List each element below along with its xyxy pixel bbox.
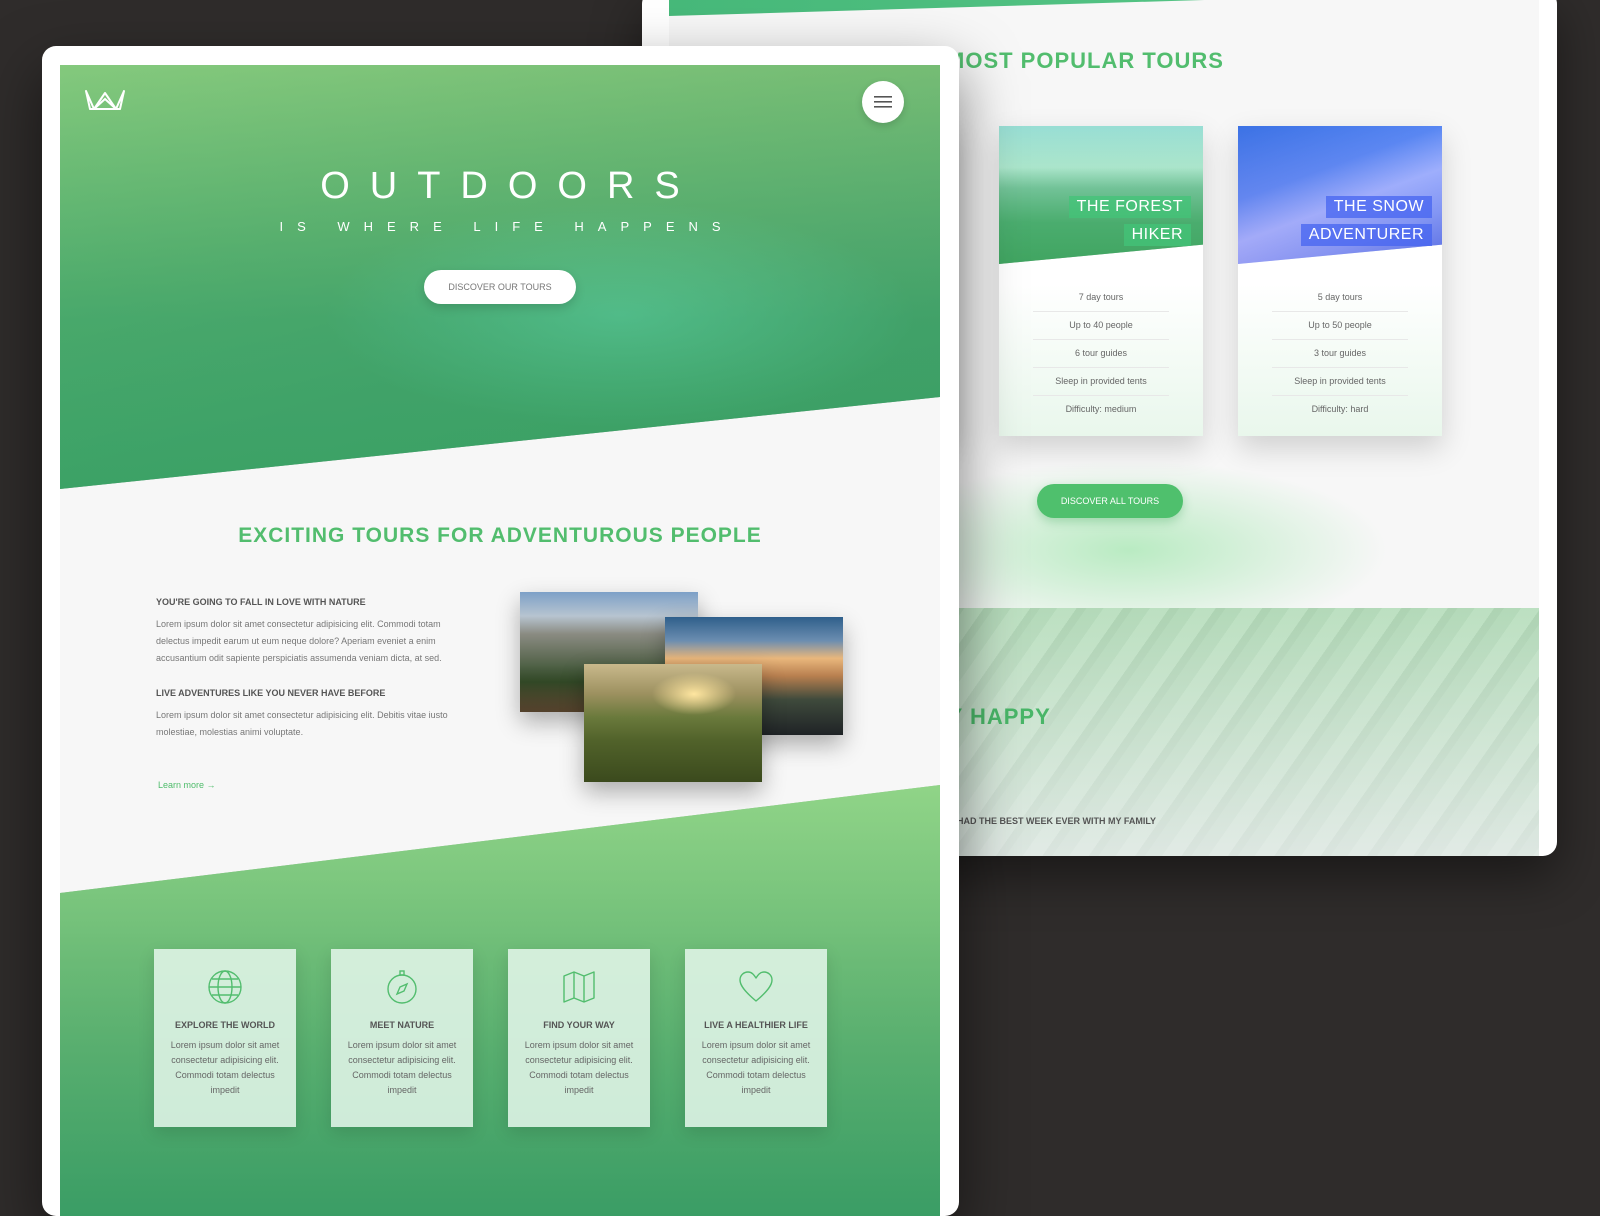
hamburger-lines: [874, 96, 892, 108]
feature-text: Lorem ipsum dolor sit amet consectetur a…: [524, 1040, 634, 1095]
photo-ridge: [584, 664, 762, 782]
tour-detail-difficulty: Difficulty: hard: [1311, 404, 1369, 414]
testimonial-heading: I HAD THE BEST WEEK EVER WITH MY FAMILY: [952, 816, 1157, 826]
compass-icon: [387, 970, 417, 1004]
tour-detail-difficulty: Difficulty: medium: [1065, 404, 1137, 414]
about-heading-2: LIVE ADVENTURES LIKE YOU NEVER HAVE BEFO…: [156, 688, 386, 698]
learn-more-link[interactable]: Learn more →: [158, 780, 216, 790]
discover-our-tours-button[interactable]: DISCOVER OUR TOURS: [424, 270, 576, 304]
feature-title: FIND YOUR WAY: [543, 1020, 615, 1030]
card-title-line-2: HIKER: [1123, 224, 1191, 246]
discover-all-tours-button[interactable]: DISCOVER ALL TOURS: [1037, 484, 1183, 518]
about-paragraph-1: Lorem ipsum dolor sit amet consectetur a…: [156, 619, 442, 663]
front-browser-frame: OUTDOORS IS WHERE LIFE HAPPENS DISCOVER …: [42, 46, 959, 1216]
card-title-line-2: ADVENTURER: [1300, 224, 1432, 246]
top-green-band: [669, 0, 1539, 16]
feature-card-explore: EXPLORE THE WORLD Lorem ipsum dolor sit …: [154, 949, 296, 1127]
tour-details-list: 7 day tours Up to 40 people 6 tour guide…: [999, 284, 1203, 436]
tour-card-snow-adventurer[interactable]: THE SNOW ADVENTURER 5 day tours Up to 50…: [1238, 126, 1442, 436]
tour-detail-duration: 5 day tours: [1272, 284, 1408, 312]
feature-text: Lorem ipsum dolor sit amet consectetur a…: [347, 1040, 457, 1095]
tour-detail-guides: 6 tour guides: [1033, 340, 1169, 368]
home-page: OUTDOORS IS WHERE LIFE HAPPENS DISCOVER …: [60, 65, 940, 1216]
feature-title: MEET NATURE: [369, 1020, 435, 1030]
tour-detail-sleep: Sleep in provided tents: [1033, 368, 1169, 396]
feature-title: EXPLORE THE WORLD: [174, 1020, 275, 1030]
about-section-title: EXCITING TOURS FOR ADVENTUROUS PEOPLE: [238, 524, 762, 547]
tour-detail-duration: 7 day tours: [1033, 284, 1169, 312]
feature-card-find-way: FIND YOUR WAY Lorem ipsum dolor sit amet…: [508, 949, 650, 1127]
tour-detail-guides: 3 tour guides: [1272, 340, 1408, 368]
heart-icon: [739, 971, 773, 1002]
feature-card-nature: MEET NATURE Lorem ipsum dolor sit amet c…: [331, 949, 473, 1127]
popular-tours-title: MOST POPULAR TOURS: [946, 48, 1224, 73]
hamburger-icon[interactable]: [862, 81, 904, 123]
tour-detail-capacity: Up to 40 people: [1033, 312, 1169, 340]
feature-text: Lorem ipsum dolor sit amet consectetur a…: [701, 1040, 811, 1095]
card-title-line-1: THE FOREST: [1068, 196, 1191, 218]
about-heading-1: YOU'RE GOING TO FALL IN LOVE WITH NATURE: [156, 597, 366, 607]
tour-details-list: 5 day tours Up to 50 people 3 tour guide…: [1238, 284, 1442, 436]
crown-icon[interactable]: [84, 87, 126, 113]
about-paragraph-2: Lorem ipsum dolor sit amet consectetur a…: [156, 710, 448, 737]
tour-detail-sleep: Sleep in provided tents: [1272, 368, 1408, 396]
tour-detail-capacity: Up to 50 people: [1272, 312, 1408, 340]
hero-subtitle: IS WHERE LIFE HAPPENS: [279, 219, 735, 234]
card-title-line-1: THE SNOW: [1325, 196, 1432, 218]
hero-title: OUTDOORS: [320, 165, 700, 207]
feature-title: LIVE A HEALTHIER LIFE: [704, 1020, 808, 1030]
feature-text: Lorem ipsum dolor sit amet consectetur a…: [170, 1040, 280, 1095]
tour-card-forest-hiker[interactable]: THE FOREST HIKER 7 day tours Up to 40 pe…: [999, 126, 1203, 436]
map-icon: [563, 971, 595, 1003]
globe-icon: [208, 970, 242, 1004]
feature-card-healthier: LIVE A HEALTHIER LIFE Lorem ipsum dolor …: [685, 949, 827, 1127]
